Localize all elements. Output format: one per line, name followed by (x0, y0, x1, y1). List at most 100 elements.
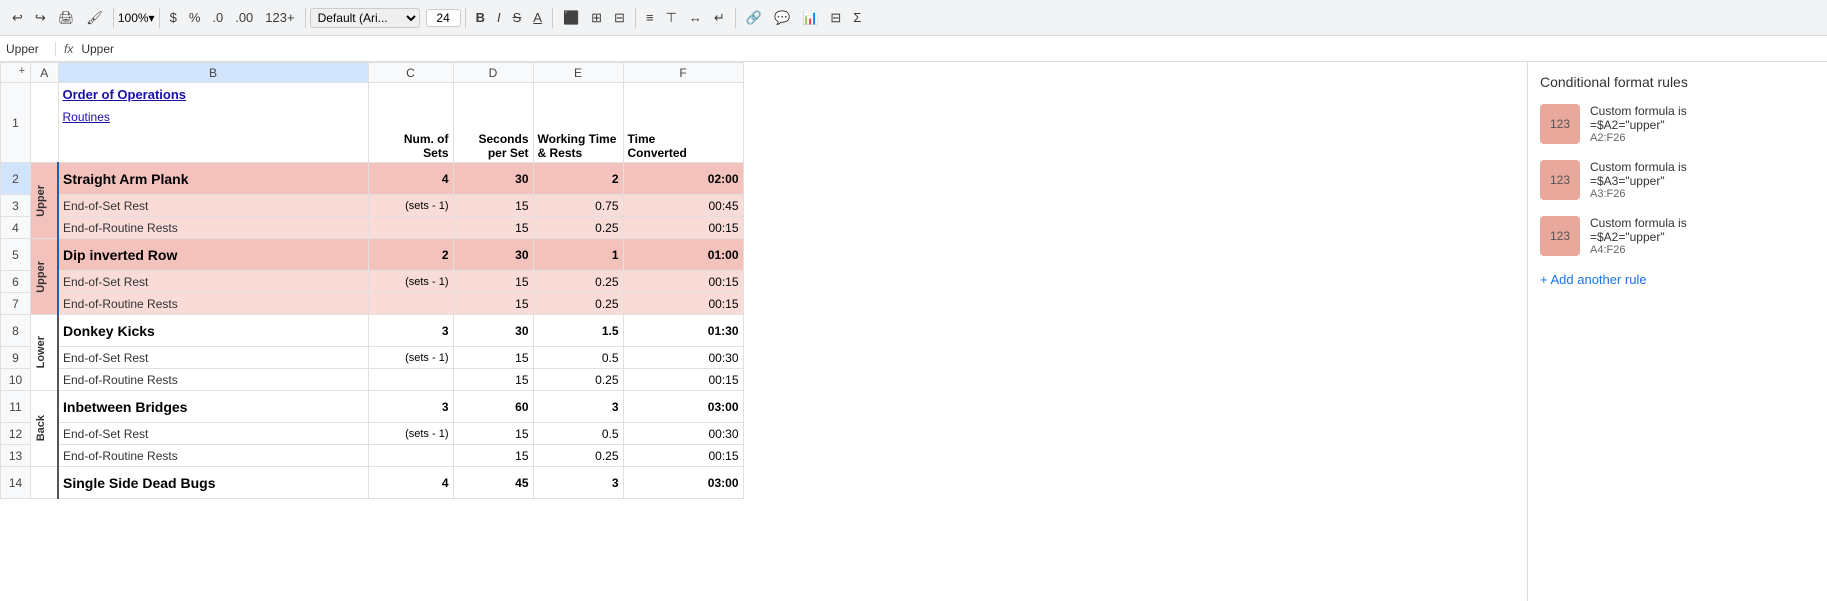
cell-d6[interactable]: 15 (453, 271, 533, 293)
cell-d8[interactable]: 30 (453, 315, 533, 347)
cell-c13[interactable] (368, 445, 453, 467)
underline-button[interactable]: A (528, 8, 547, 27)
col-header-c[interactable]: C (368, 63, 453, 83)
cell-c6[interactable]: (sets - 1) (368, 271, 453, 293)
cell-c12[interactable]: (sets - 1) (368, 423, 453, 445)
wrap-button[interactable]: ↵ (709, 8, 730, 28)
cf-rule-3[interactable]: 123 Custom formula is =$A2="upper" A4:F2… (1540, 216, 1815, 256)
cell-b7[interactable]: End-of-Routine Rests (58, 293, 368, 315)
currency-button[interactable]: $ (165, 8, 182, 27)
row-header-9[interactable]: 9 (1, 347, 31, 369)
cell-f1[interactable]: TimeConverted (623, 83, 743, 163)
cf-rule-2[interactable]: 123 Custom formula is =$A3="upper" A3:F2… (1540, 160, 1815, 200)
cell-c5[interactable]: 2 (368, 239, 453, 271)
col-header-a[interactable]: A (31, 63, 59, 83)
cell-a11[interactable]: Back (31, 391, 59, 467)
cell-b5[interactable]: Dip inverted Row (58, 239, 368, 271)
cell-f10[interactable]: 00:15 (623, 369, 743, 391)
cell-e6[interactable]: 0.25 (533, 271, 623, 293)
decimal-decrease-button[interactable]: .0 (207, 8, 228, 27)
strikethrough-button[interactable]: S (508, 8, 527, 27)
cell-b6[interactable]: End-of-Set Rest (58, 271, 368, 293)
cell-e12[interactable]: 0.5 (533, 423, 623, 445)
cell-e9[interactable]: 0.5 (533, 347, 623, 369)
cell-d14[interactable]: 45 (453, 467, 533, 499)
cell-e2[interactable]: 2 (533, 163, 623, 195)
cell-e10[interactable]: 0.25 (533, 369, 623, 391)
cf-rule-1[interactable]: 123 Custom formula is =$A2="upper" A2:F2… (1540, 104, 1815, 144)
cell-c9[interactable]: (sets - 1) (368, 347, 453, 369)
row-header-7[interactable]: 7 (1, 293, 31, 315)
row-header-6[interactable]: 6 (1, 271, 31, 293)
cell-b14[interactable]: Single Side Dead Bugs (58, 467, 368, 499)
cell-f11[interactable]: 03:00 (623, 391, 743, 423)
cell-e11[interactable]: 3 (533, 391, 623, 423)
bold-button[interactable]: B (471, 8, 490, 27)
cell-e7[interactable]: 0.25 (533, 293, 623, 315)
cell-e1[interactable]: Working Time& Rests (533, 83, 623, 163)
function-button[interactable]: Σ (848, 8, 866, 27)
col-header-f[interactable]: F (623, 63, 743, 83)
font-size-input[interactable] (426, 9, 461, 27)
valign-button[interactable]: ⊤ (661, 8, 682, 28)
row-header-12[interactable]: 12 (1, 423, 31, 445)
align-button[interactable]: ≡ (641, 8, 659, 27)
cell-d10[interactable]: 15 (453, 369, 533, 391)
cell-c1[interactable]: Num. ofSets (368, 83, 453, 163)
cell-b4[interactable]: End-of-Routine Rests (58, 217, 368, 239)
row-header-3[interactable]: 3 (1, 195, 31, 217)
paint-format-button[interactable]: 🖌 (81, 8, 108, 28)
cell-e4[interactable]: 0.25 (533, 217, 623, 239)
row-header-14[interactable]: 14 (1, 467, 31, 499)
row-header-8[interactable]: 8 (1, 315, 31, 347)
cell-b13[interactable]: End-of-Routine Rests (58, 445, 368, 467)
cell-c10[interactable] (368, 369, 453, 391)
cell-d12[interactable]: 15 (453, 423, 533, 445)
col-header-b[interactable]: B (58, 63, 368, 83)
cell-c4[interactable] (368, 217, 453, 239)
spreadsheet-container[interactable]: + A B C D E F 1 Order of Operations (0, 62, 1527, 601)
decimal-increase-button[interactable]: .00 (230, 8, 258, 27)
row-header-10[interactable]: 10 (1, 369, 31, 391)
number-format-button[interactable]: 123+ (260, 8, 299, 27)
cell-d13[interactable]: 15 (453, 445, 533, 467)
cell-a8[interactable]: Lower (31, 315, 59, 391)
cell-d9[interactable]: 15 (453, 347, 533, 369)
cell-f8[interactable]: 01:30 (623, 315, 743, 347)
cell-c11[interactable]: 3 (368, 391, 453, 423)
cell-f12[interactable]: 00:30 (623, 423, 743, 445)
col-header-e[interactable]: E (533, 63, 623, 83)
row-header-11[interactable]: 11 (1, 391, 31, 423)
cell-a2[interactable]: Upper (31, 163, 59, 239)
text-dir-button[interactable]: ↔ (684, 8, 707, 27)
cell-e8[interactable]: 1.5 (533, 315, 623, 347)
cell-d11[interactable]: 60 (453, 391, 533, 423)
add-rule-button[interactable]: + Add another rule (1540, 272, 1815, 287)
cell-f7[interactable]: 00:15 (623, 293, 743, 315)
cell-d3[interactable]: 15 (453, 195, 533, 217)
cell-d1[interactable]: Secondsper Set (453, 83, 533, 163)
plus-button[interactable]: + (7, 65, 28, 77)
cell-c3[interactable]: (sets - 1) (368, 195, 453, 217)
cell-f5[interactable]: 01:00 (623, 239, 743, 271)
row-header-5[interactable]: 5 (1, 239, 31, 271)
cell-b11[interactable]: Inbetween Bridges (58, 391, 368, 423)
font-select[interactable]: Default (Ari... (310, 8, 420, 28)
cell-d2[interactable]: 30 (453, 163, 533, 195)
cell-e3[interactable]: 0.75 (533, 195, 623, 217)
print-button[interactable]: 🖨 (53, 8, 80, 28)
cell-f9[interactable]: 00:30 (623, 347, 743, 369)
cell-e14[interactable]: 3 (533, 467, 623, 499)
borders-button[interactable]: ⊞ (586, 8, 607, 28)
italic-button[interactable]: I (492, 8, 506, 27)
filter-button[interactable]: ⊟ (825, 8, 846, 28)
cell-a5[interactable]: Upper (31, 239, 59, 315)
cell-f14[interactable]: 03:00 (623, 467, 743, 499)
cell-b9[interactable]: End-of-Set Rest (58, 347, 368, 369)
cell-b8[interactable]: Donkey Kicks (58, 315, 368, 347)
cell-b12[interactable]: End-of-Set Rest (58, 423, 368, 445)
cell-c7[interactable] (368, 293, 453, 315)
cell-c8[interactable]: 3 (368, 315, 453, 347)
chart-button[interactable]: 📊 (797, 8, 823, 28)
zoom-control[interactable]: 100% ▾ (118, 11, 155, 25)
